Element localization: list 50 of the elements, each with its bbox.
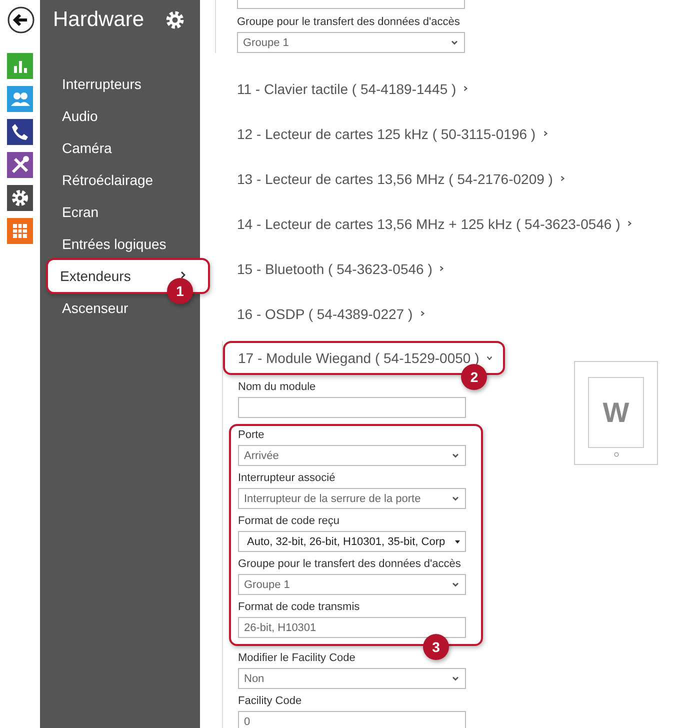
select-field[interactable]: Arrivée <box>238 445 466 466</box>
callout-number: 1 <box>167 278 193 304</box>
field-label: Facility Code <box>238 695 302 708</box>
sidebar-item[interactable]: Interrupteurs <box>48 68 208 100</box>
field-label: Groupe pour le transfert des données d'accès <box>238 558 461 571</box>
button-dot-icon <box>614 452 618 457</box>
callout-number: 2 <box>461 364 488 390</box>
settings-icon[interactable] <box>7 185 33 211</box>
chevron-down-icon <box>452 582 459 587</box>
field-label: Format de code reçu <box>238 515 340 528</box>
module-header[interactable]: 11 - Clavier tactile ( 54-4189-1445 ) <box>237 66 679 111</box>
sidebar-item[interactable]: Ecran <box>48 196 208 228</box>
input-field[interactable] <box>238 397 466 418</box>
select-field[interactable]: Auto, 32-bit, 26-bit, H10301, 35-bit, Corp <box>238 531 466 552</box>
settings-icon[interactable] <box>164 9 186 31</box>
chevron-down-icon <box>452 496 459 501</box>
chevron-down-icon <box>451 40 458 45</box>
sidebar-item[interactable]: Entrées logiques <box>48 228 208 260</box>
sidebar-item[interactable]: Rétroéclairage <box>48 164 208 196</box>
field-label: Porte <box>238 429 264 442</box>
select-field[interactable]: Groupe 1 <box>237 32 465 53</box>
device-letter: W <box>602 396 630 428</box>
people-icon[interactable] <box>7 86 33 112</box>
chevron-down-icon <box>452 676 459 681</box>
module-header[interactable]: 15 - Bluetooth ( 54-3623-0546 ) <box>237 246 679 291</box>
sidebar-item[interactable]: Audio <box>48 100 208 132</box>
grid-icon[interactable] <box>7 218 33 244</box>
field-label: Nom du module <box>238 381 316 394</box>
callout-number: 3 <box>423 634 449 660</box>
phone-icon[interactable] <box>7 119 33 145</box>
module-header[interactable]: 13 - Lecteur de cartes 13,56 MHz ( 54-2176-0209 ) <box>237 156 679 201</box>
field-label: Interrupteur associé <box>238 472 336 485</box>
sidebar-item[interactable]: Caméra <box>48 132 208 164</box>
module-header[interactable]: 14 - Lecteur de cartes 13,56 MHz + 125 kHz ( 54-3623-0546 ) <box>237 201 679 246</box>
chevron-down-icon <box>452 453 459 458</box>
select-field[interactable]: Groupe 1 <box>238 574 466 595</box>
module-header[interactable]: 12 - Lecteur de cartes 125 kHz ( 50-3115-0196 ) <box>237 111 679 156</box>
input-field[interactable]: 0 <box>238 711 466 728</box>
tools-icon[interactable] <box>7 152 33 178</box>
select-field[interactable]: Interrupteur de la serrure de la porte <box>238 488 466 509</box>
input-field[interactable]: 26-bit, H10301 <box>238 617 466 638</box>
select-field[interactable]: Non <box>238 668 466 689</box>
sidebar-title: Hardware <box>53 8 144 32</box>
bar-chart-icon[interactable] <box>7 53 33 79</box>
field-label: Groupe pour le transfert des données d'accès <box>237 16 460 29</box>
triangle-down-icon <box>455 540 460 544</box>
module-header[interactable]: 16 - OSDP ( 54-4389-0227 ) <box>237 291 679 336</box>
field-label: Format de code transmis <box>238 601 360 614</box>
select-field[interactable] <box>237 0 465 9</box>
field-label: Modifier le Facility Code <box>238 652 356 665</box>
